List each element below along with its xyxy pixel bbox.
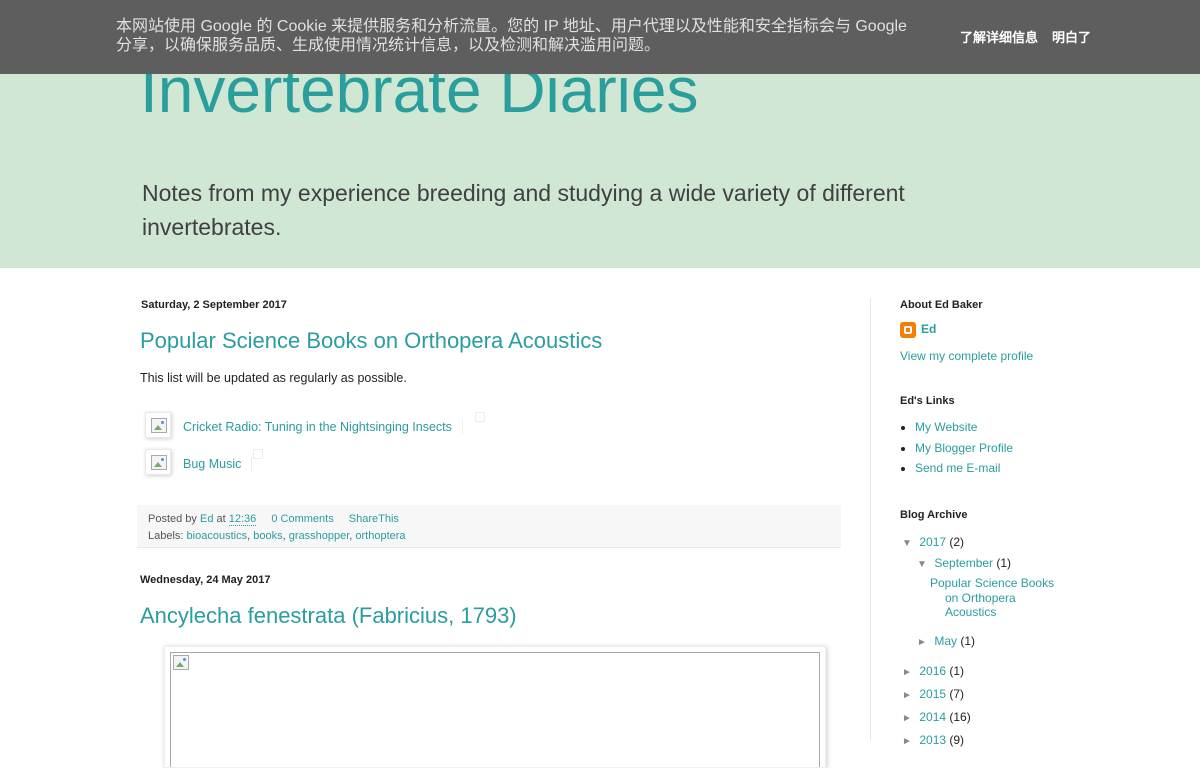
cookie-learn-more-button[interactable]: 了解详细信息 [960, 27, 1038, 46]
profile-name-link[interactable]: Ed [921, 322, 936, 336]
expand-toggle-icon[interactable]: ► [902, 690, 916, 701]
list-item: Send me E-mail [900, 461, 1013, 482]
archive-count: (2) [949, 535, 965, 549]
archive-month-link[interactable]: September [934, 556, 993, 570]
my-website-link[interactable]: My Website [915, 420, 977, 434]
comments-link[interactable]: 0 Comments [271, 513, 333, 525]
label-link[interactable]: books [253, 530, 282, 542]
post-footer-line: Posted by Ed at 12:36 0 Comments ShareTh… [148, 513, 399, 526]
labels-prefix: Labels: [148, 530, 184, 542]
label-link[interactable]: grasshopper [289, 530, 350, 542]
list-item: My Blogger Profile [900, 441, 1013, 462]
archive-count: (9) [949, 733, 965, 747]
blogger-profile-link[interactable]: My Blogger Profile [915, 441, 1013, 455]
posted-by-label: Posted by [148, 513, 197, 525]
list-item: My Website [900, 420, 1013, 441]
broken-image-icon [151, 455, 167, 470]
archive-post-link[interactable]: Popular Science Books on Orthopera Acous… [930, 576, 1070, 620]
post-image [170, 652, 820, 767]
view-profile-link[interactable]: View my complete profile [900, 349, 1033, 363]
post-labels-line: Labels: bioacoustics, books, grasshopper… [148, 530, 406, 542]
book-frame-corner [475, 412, 485, 422]
post-image-frame[interactable] [164, 646, 826, 768]
archive-widget-title: Blog Archive [900, 509, 968, 521]
post-footer: Posted by Ed at 12:36 0 Comments ShareTh… [137, 505, 841, 548]
share-this-link[interactable]: ShareThis [349, 513, 399, 525]
at-label: at [216, 513, 226, 525]
post-body-text: This list will be updated as regularly a… [140, 371, 407, 385]
archive-post-line: on Orthopera [945, 590, 1016, 605]
archive-year-link[interactable]: 2016 [919, 664, 946, 678]
book-item: Bug Music [145, 449, 265, 479]
expand-toggle-icon[interactable]: ► [902, 713, 916, 724]
archive-year-link[interactable]: 2017 [919, 535, 946, 549]
archive-year-2014[interactable]: ► 2014 (16) [902, 710, 971, 724]
archive-year-2013[interactable]: ► 2013 (9) [902, 733, 964, 747]
send-email-link[interactable]: Send me E-mail [915, 461, 1000, 475]
archive-count: (16) [949, 710, 971, 724]
author-link[interactable]: Ed [200, 513, 213, 525]
archive-post-line: Popular Science Books [930, 576, 1055, 590]
links-widget-title: Ed's Links [900, 395, 955, 407]
broken-image-icon [151, 418, 167, 433]
archive-year-link[interactable]: 2013 [919, 733, 946, 747]
archive-count: (1) [949, 664, 965, 678]
post-timestamp-link[interactable]: 12:36 [228, 513, 257, 526]
about-widget-title: About Ed Baker [900, 299, 983, 311]
archive-year-link[interactable]: 2015 [919, 687, 946, 701]
collapse-toggle-icon[interactable]: ▼ [917, 559, 931, 570]
blogger-icon [900, 322, 916, 338]
archive-year-link[interactable]: 2014 [919, 710, 946, 724]
broken-image-icon [173, 655, 189, 670]
book-link[interactable]: Cricket Radio: Tuning in the Nightsingin… [183, 419, 463, 434]
post-title-link[interactable]: Ancylecha fenestrata (Fabricius, 1793) [140, 603, 517, 629]
archive-count: (1) [960, 634, 976, 648]
post-date: Saturday, 2 September 2017 [141, 299, 287, 311]
archive-year-2015[interactable]: ► 2015 (7) [902, 687, 964, 701]
post-title-link[interactable]: Popular Science Books on Orthopera Acous… [140, 328, 602, 354]
expand-toggle-icon[interactable]: ► [902, 736, 916, 747]
expand-toggle-icon[interactable]: ► [917, 637, 931, 648]
column-divider [870, 298, 871, 740]
archive-post-line: Acoustics [945, 605, 997, 619]
cookie-accept-button[interactable]: 明白了 [1052, 27, 1091, 46]
archive-count: (1) [996, 556, 1012, 570]
book-cover-image[interactable] [145, 412, 171, 438]
label-link[interactable]: bioacoustics [187, 530, 248, 542]
archive-year-2016[interactable]: ► 2016 (1) [902, 664, 964, 678]
archive-month-september[interactable]: ▼ September (1) [917, 556, 1011, 570]
archive-year-2017[interactable]: ▼ 2017 (2) [902, 535, 964, 549]
archive-month-may[interactable]: ► May (1) [917, 634, 975, 648]
post-date: Wednesday, 24 May 2017 [140, 574, 271, 586]
blog-description: Notes from my experience breeding and st… [142, 180, 905, 240]
cookie-notice-text: 本网站使用 Google 的 Cookie 来提供服务和分析流量。您的 IP 地… [116, 18, 907, 54]
label-link[interactable]: orthoptera [355, 530, 405, 542]
collapse-toggle-icon[interactable]: ▼ [902, 538, 916, 549]
book-item: Cricket Radio: Tuning in the Nightsingin… [145, 412, 485, 442]
cookie-consent-bar: 本网站使用 Google 的 Cookie 来提供服务和分析流量。您的 IP 地… [0, 0, 1200, 74]
links-list: My Website My Blogger Profile Send me E-… [900, 420, 1013, 482]
book-frame-corner [253, 449, 263, 459]
book-link[interactable]: Bug Music [183, 456, 253, 471]
archive-count: (7) [949, 687, 965, 701]
book-cover-image[interactable] [145, 449, 171, 475]
expand-toggle-icon[interactable]: ► [902, 667, 916, 678]
archive-month-link[interactable]: May [934, 634, 957, 648]
